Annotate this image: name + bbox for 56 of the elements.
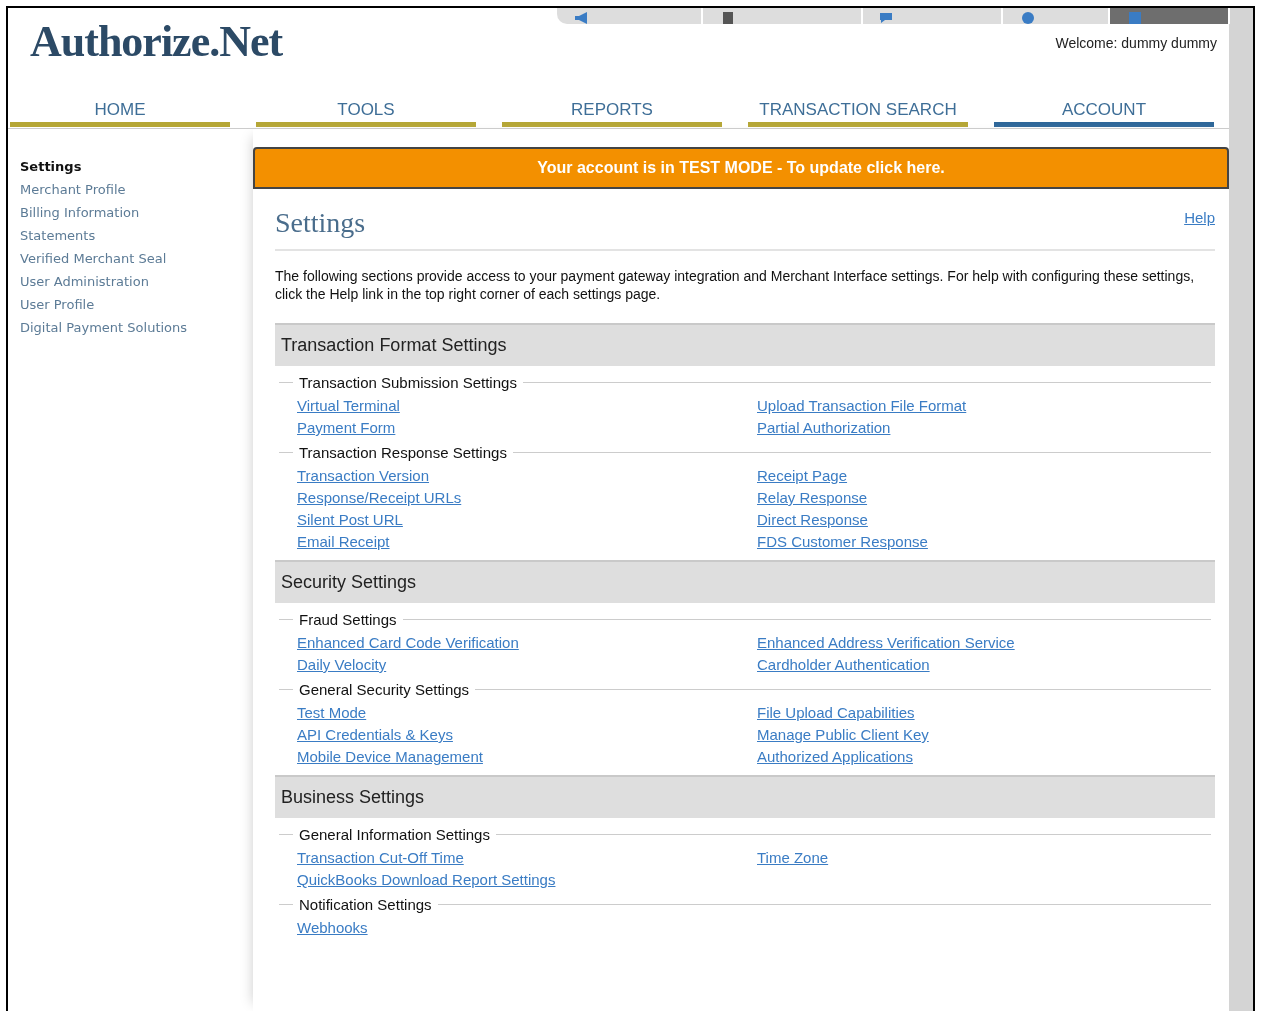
settings-link[interactable]: Payment Form <box>297 419 396 436</box>
group-title: Fraud Settings <box>299 611 397 628</box>
settings-link[interactable]: Transaction Cut-Off Time <box>297 849 464 866</box>
settings-link[interactable]: Transaction Version <box>297 467 429 484</box>
help-icon[interactable] <box>1019 12 1037 24</box>
settings-link[interactable]: Email Receipt <box>297 533 390 550</box>
nav-tab[interactable]: ACCOUNT <box>994 94 1214 127</box>
test-mode-banner[interactable]: Your account is in TEST MODE - To update click here. <box>253 147 1229 189</box>
settings-link[interactable]: Enhanced Card Code Verification <box>297 634 519 651</box>
settings-link[interactable]: Webhooks <box>297 919 368 936</box>
settings-link[interactable]: Enhanced Address Verification Service <box>757 634 1015 651</box>
settings-link[interactable]: QuickBooks Download Report Settings <box>297 871 556 888</box>
page-title: Settings <box>275 207 366 239</box>
settings-link[interactable]: Time Zone <box>757 849 829 866</box>
settings-link[interactable]: API Credentials & Keys <box>297 726 453 743</box>
sidebar-link[interactable]: Billing Information <box>20 205 253 220</box>
settings-link[interactable]: Receipt Page <box>757 467 848 484</box>
nav-tab[interactable]: HOME <box>10 94 230 127</box>
settings-link[interactable]: Upload Transaction File Format <box>757 397 967 414</box>
settings-link[interactable]: Daily Velocity <box>297 656 387 673</box>
settings-link[interactable]: File Upload Capabilities <box>757 704 915 721</box>
sidebar-link[interactable]: Merchant Profile <box>20 182 253 197</box>
section-header: Transaction Format Settings <box>275 323 1215 366</box>
settings-link[interactable]: Virtual Terminal <box>297 397 400 414</box>
group-title: Transaction Submission Settings <box>299 374 517 391</box>
sidebar-link[interactable]: User Profile <box>20 297 253 312</box>
settings-link[interactable]: Mobile Device Management <box>297 748 483 765</box>
intro-text: The following sections provide access to your payment gateway integration and Merchant Interface settings. For help with configuring these settings, click the Help link in the top right corner of each settings page. <box>275 267 1196 303</box>
settings-link[interactable]: FDS Customer Response <box>757 533 928 550</box>
nav-tab[interactable]: REPORTS <box>502 94 722 127</box>
settings-link[interactable]: Authorized Applications <box>757 748 913 765</box>
settings-link[interactable]: Partial Authorization <box>757 419 891 436</box>
settings-link[interactable]: Relay Response <box>757 489 868 506</box>
section-header: Security Settings <box>275 560 1215 603</box>
sidebar-link[interactable]: User Administration <box>20 274 253 289</box>
settings-link[interactable]: Direct Response <box>757 511 868 528</box>
logo[interactable]: Authorize.Net <box>30 20 283 64</box>
settings-link[interactable]: Response/Receipt URLs <box>297 489 462 506</box>
sidebar-heading: Settings <box>20 159 83 174</box>
nav-tab[interactable]: TOOLS <box>256 94 476 127</box>
group-title: General Information Settings <box>299 826 490 843</box>
sidebar-link[interactable]: Digital Payment Solutions <box>20 320 253 335</box>
group-title: General Security Settings <box>299 681 470 698</box>
nav-tab[interactable]: TRANSACTION SEARCH <box>748 94 968 127</box>
section-header: Business Settings <box>275 775 1215 818</box>
sidebar-link[interactable]: Verified Merchant Seal <box>20 251 253 266</box>
sidebar-link[interactable]: Statements <box>20 228 253 243</box>
settings-link[interactable]: Test Mode <box>297 704 367 721</box>
group-title: Transaction Response Settings <box>299 444 507 461</box>
settings-link[interactable]: Manage Public Client Key <box>757 726 929 743</box>
welcome-text: Welcome: dummy dummy <box>1055 35 1217 53</box>
settings-link[interactable]: Silent Post URL <box>297 511 403 528</box>
settings-link[interactable]: Cardholder Authentication <box>757 656 930 673</box>
scrollbar[interactable] <box>1229 8 1255 1011</box>
group-title: Notification Settings <box>299 896 432 913</box>
help-link[interactable]: Help <box>1184 209 1215 226</box>
